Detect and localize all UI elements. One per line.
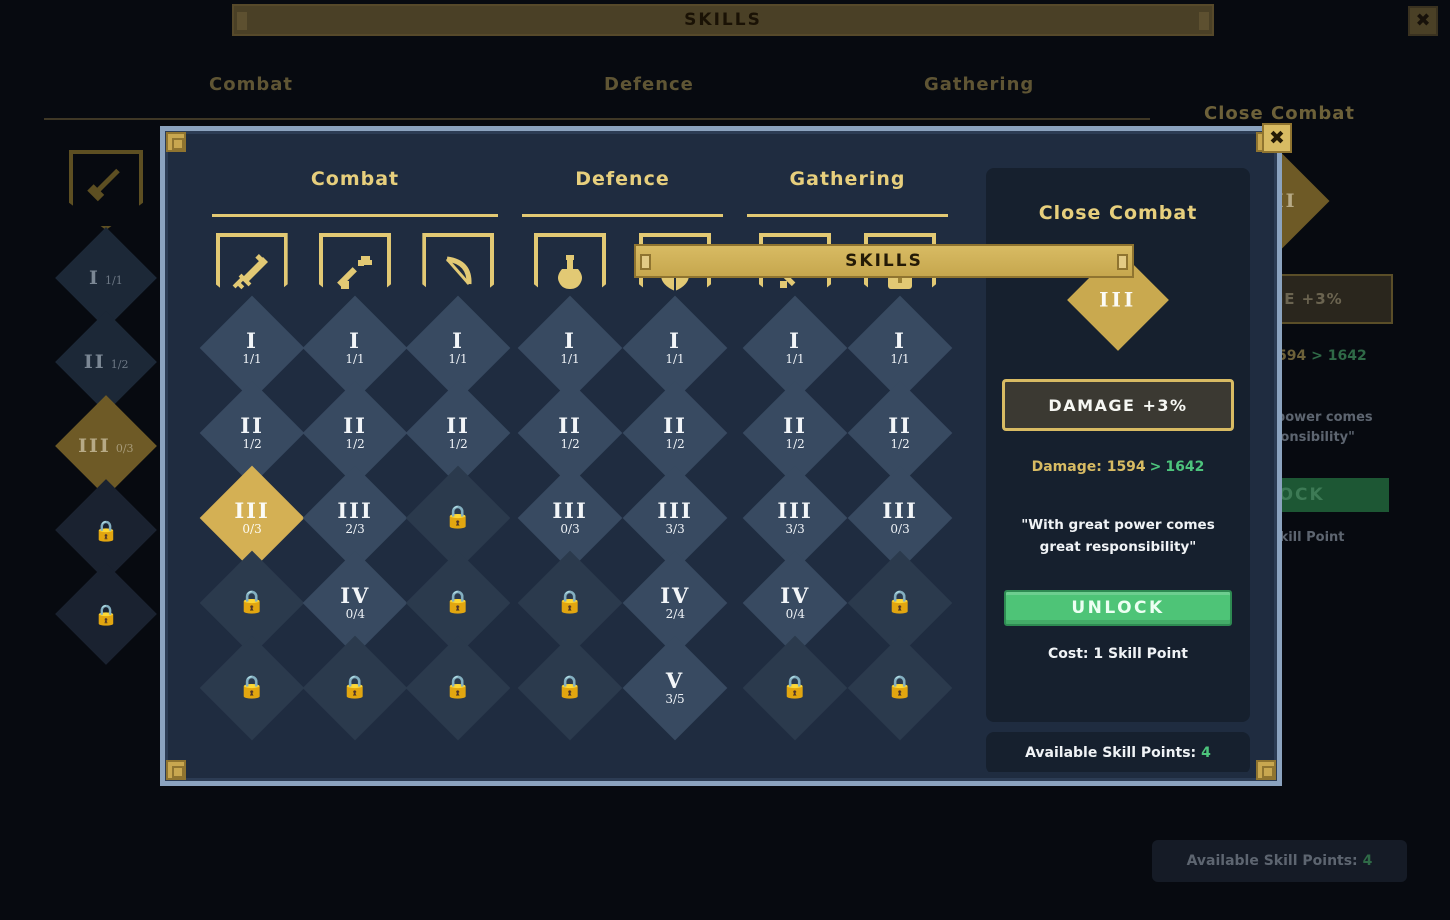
lock-icon: 🔒 xyxy=(444,504,473,530)
detail-stat-line: Damage: 1594 >1642 xyxy=(986,459,1250,475)
lock-icon: 🔒 xyxy=(556,674,584,700)
node-list: I 1/1 II 1/2 III 2/3 IV 0/4 🔒 xyxy=(302,295,408,741)
arrow-icon: > xyxy=(1149,459,1162,475)
background-skill-column: I 1/1 II 1/2 III 0/3 🔒 🔒 xyxy=(55,150,157,665)
group-title-defence: Defence xyxy=(575,168,670,190)
background-node-5[interactable]: 🔒 xyxy=(55,563,157,665)
skill-column-shield: I 1/1 II 1/2 III 3/3 IV 2/4 V 3/5 xyxy=(622,233,728,741)
skills-modal: Combat I 1/1 II 1/2 III 0/3 🔒 🔒 I 1/1 II… xyxy=(160,126,1282,786)
potion-glyph xyxy=(558,255,582,289)
skill-node[interactable]: V 3/5 xyxy=(622,635,728,741)
bow-glyph xyxy=(446,256,472,285)
lock-icon: 🔒 xyxy=(886,589,914,615)
group-underline xyxy=(212,214,498,217)
detail-stat-current: Damage: 1594 xyxy=(1031,459,1146,475)
background-window-titlebar: SKILLS xyxy=(232,4,1214,36)
sword-icon xyxy=(69,150,143,230)
close-x-icon: ✖ xyxy=(1415,10,1431,31)
close-x-icon: ✖ xyxy=(1269,126,1285,149)
lock-icon: 🔒 xyxy=(886,674,914,700)
skill-column-mace: I 1/1 II 1/2 III 2/3 IV 0/4 🔒 xyxy=(302,233,408,741)
detail-quote: "With great power comes great responsibi… xyxy=(1021,517,1215,555)
skill-node-locked[interactable]: 🔒 xyxy=(742,635,848,741)
titlebar-knob-right xyxy=(1117,254,1128,270)
sword-glyph xyxy=(232,254,268,290)
titlebar-knob-left xyxy=(640,254,651,270)
background-divider xyxy=(44,118,1150,120)
group-underline xyxy=(522,214,723,217)
frame-corner-bottom-left xyxy=(166,760,186,780)
skills-screen: SKILLS ✖ Combat Defence Gathering I 1/1 … xyxy=(0,0,1450,920)
skill-group-combat: Combat I 1/1 II 1/2 III 0/3 🔒 🔒 I 1/1 II… xyxy=(199,168,511,741)
lock-icon: 🔒 xyxy=(444,674,473,700)
points-label: Available Skill Points: xyxy=(1025,745,1197,761)
skill-node-locked[interactable]: 🔒 xyxy=(199,635,304,741)
skill-node-locked[interactable]: 🔒 xyxy=(847,635,953,741)
skill-node-locked[interactable]: 🔒 xyxy=(517,635,623,741)
lock-icon: 🔒 xyxy=(237,674,266,700)
node-list: I 1/1 II 1/2 🔒 🔒 🔒 xyxy=(405,295,511,741)
group-underline xyxy=(747,214,948,217)
points-value: 4 xyxy=(1201,745,1211,761)
background-window-title: SKILLS xyxy=(684,10,762,30)
background-close-button[interactable]: ✖ xyxy=(1408,6,1438,36)
frame-corner-bottom-right xyxy=(1256,760,1276,780)
skill-column-bow: I 1/1 II 1/2 🔒 🔒 🔒 xyxy=(405,233,511,741)
detail-stat-new: 1642 xyxy=(1165,459,1205,475)
detail-cost: Cost: 1 Skill Point xyxy=(1047,646,1188,663)
modal-close-button[interactable]: ✖ xyxy=(1262,123,1292,153)
node-list: I 1/1 II 1/2 III 0/3 🔒 🔒 xyxy=(199,295,304,741)
group-title-gathering: Gathering xyxy=(789,168,906,190)
lock-icon: 🔒 xyxy=(93,518,119,542)
node-list: I 1/1 II 1/2 III 0/3 🔒 🔒 xyxy=(847,295,953,741)
skill-node-locked[interactable]: 🔒 xyxy=(405,635,511,741)
lock-icon: 🔒 xyxy=(444,589,473,615)
group-title-combat: Combat xyxy=(310,168,400,190)
background-tab-bar: Combat Defence Gathering xyxy=(44,74,1150,108)
background-tab-defence[interactable]: Defence xyxy=(604,74,694,95)
detail-rank-label: III xyxy=(1099,287,1137,312)
lock-icon: 🔒 xyxy=(341,674,369,700)
background-points-bar: Available Skill Points: 4 xyxy=(1152,840,1407,882)
skill-column-magnifier: I 1/1 II 1/2 III 3/3 IV 0/4 🔒 xyxy=(742,233,848,741)
skill-node-locked[interactable]: 🔒 xyxy=(302,635,408,741)
mace-glyph xyxy=(337,256,372,289)
skill-column-lockpick: I 1/1 II 1/2 III 0/3 🔒 🔒 xyxy=(847,233,953,741)
modal-content: Combat I 1/1 II 1/2 III 0/3 🔒 🔒 I 1/1 II… xyxy=(174,140,1268,772)
background-tab-gathering[interactable]: Gathering xyxy=(924,74,1034,95)
background-tab-combat[interactable]: Combat xyxy=(209,74,293,95)
lock-icon: 🔒 xyxy=(556,589,584,615)
unlock-button-label: UNLOCK xyxy=(1071,598,1165,619)
lock-icon: 🔒 xyxy=(781,674,809,700)
modal-titlebar: SKILLS xyxy=(634,244,1134,278)
node-list: I 1/1 II 1/2 III 3/3 IV 2/4 V 3/5 xyxy=(622,295,728,741)
frame-corner-top-left xyxy=(166,132,186,152)
modal-window-title: SKILLS xyxy=(845,251,923,271)
node-list: I 1/1 II 1/2 III 0/3 🔒 🔒 xyxy=(517,295,623,741)
skill-column-sword: I 1/1 II 1/2 III 0/3 🔒 🔒 xyxy=(199,233,304,741)
skill-column-potion: I 1/1 II 1/2 III 0/3 🔒 🔒 xyxy=(517,233,623,741)
detail-title: Close Combat xyxy=(1038,202,1198,224)
node-list: I 1/1 II 1/2 III 3/3 IV 0/4 🔒 xyxy=(742,295,848,741)
unlock-button[interactable]: UNLOCK xyxy=(1004,590,1232,627)
detail-effect-badge: DAMAGE +3% xyxy=(1002,379,1234,431)
lock-icon: 🔒 xyxy=(237,589,266,615)
lock-icon: 🔒 xyxy=(93,602,119,626)
available-skill-points-bar: Available Skill Points: 4 xyxy=(986,732,1250,772)
background-detail-title: Close Combat xyxy=(1204,103,1355,124)
